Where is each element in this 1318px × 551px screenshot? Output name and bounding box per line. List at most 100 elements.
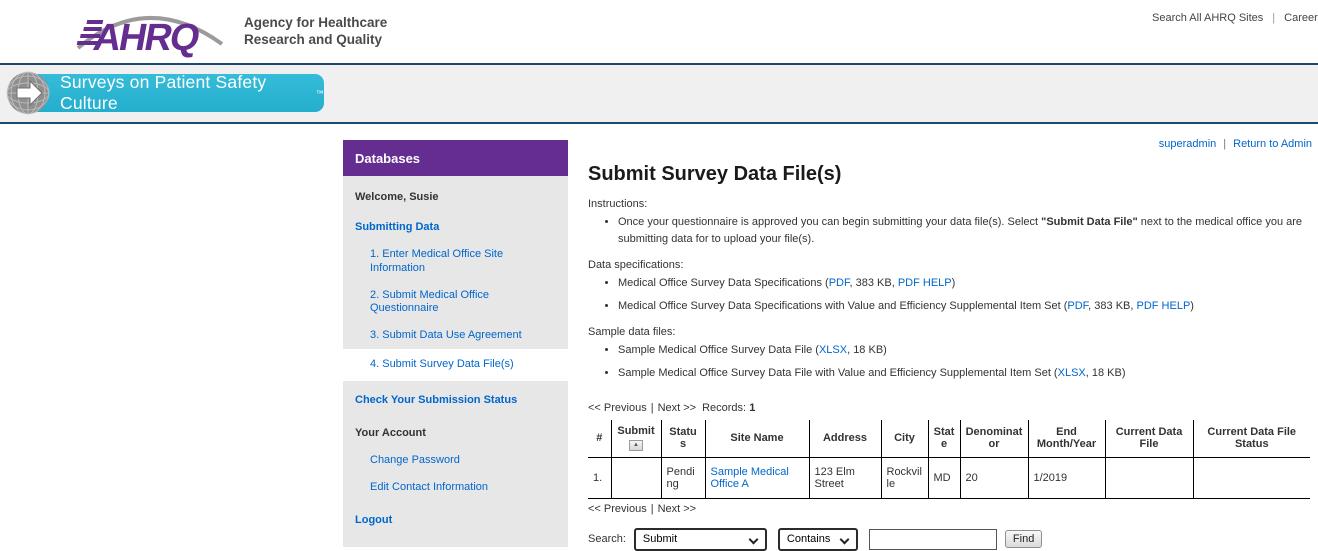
page-title: Submit Survey Data File(s) bbox=[588, 163, 1312, 186]
search-input[interactable] bbox=[869, 529, 997, 550]
cell-status: Pending bbox=[661, 457, 705, 498]
column-header-address: Address bbox=[809, 420, 881, 457]
search-label: Search: bbox=[588, 533, 626, 545]
column-header-submit: Submit▲ bbox=[611, 420, 661, 457]
sidebar-item-logout[interactable]: Logout bbox=[343, 507, 568, 534]
cell-site-name: Sample Medical Office A bbox=[705, 457, 809, 498]
ahrq-logo[interactable]: AHRQ Agency for Healthcare Research and … bbox=[72, 4, 387, 60]
cell-submit bbox=[611, 457, 661, 498]
trademark-symbol: ™ bbox=[316, 89, 324, 98]
top-header: AHRQ Agency for Healthcare Research and … bbox=[0, 0, 1318, 65]
cell-end-month-year: 1/2019 bbox=[1028, 457, 1105, 498]
sidebar-item-submit-data-files-active[interactable]: 4. Submit Survey Data File(s) bbox=[343, 349, 568, 380]
careers-link[interactable]: Careers bbox=[1284, 12, 1318, 24]
pagination-divider: | bbox=[651, 402, 654, 414]
sidebar-body: Welcome, Susie Submitting Data 1. Enter … bbox=[343, 176, 568, 547]
cell-current-data-file bbox=[1105, 457, 1193, 498]
column-header-site-name: Site Name bbox=[705, 420, 809, 457]
submit-dua-link[interactable]: 3. Submit Data Use Agreement bbox=[370, 329, 522, 341]
cell-city: Rockville bbox=[881, 457, 928, 498]
pagination-top: << Previous | Next >> Records: 1 bbox=[588, 402, 1312, 414]
pdf-help-link[interactable]: PDF HELP bbox=[898, 277, 952, 289]
search-row: Search: Submit Contains Find bbox=[588, 528, 1312, 551]
sidebar-heading-your-account: Your Account bbox=[343, 420, 568, 447]
sidebar-header-databases: Databases bbox=[343, 140, 568, 176]
instructions-heading: Instructions: bbox=[588, 198, 1312, 210]
sops-banner-title: Surveys on Patient Safety Culture™ bbox=[30, 74, 324, 112]
find-button[interactable]: Find bbox=[1005, 530, 1042, 548]
cell-address: 123 Elm Street bbox=[809, 457, 881, 498]
sidebar-item-submitting-data[interactable]: Submitting Data bbox=[343, 214, 568, 241]
table-header-row: # Submit▲ Status Site Name Address City … bbox=[588, 420, 1310, 457]
sidebar-welcome-text: Welcome, Susie bbox=[343, 182, 568, 211]
column-header-city: City bbox=[881, 420, 928, 457]
data-specs-item: Medical Office Survey Data Specification… bbox=[618, 275, 1312, 292]
return-to-admin-link[interactable]: Return to Admin bbox=[1233, 138, 1312, 150]
search-operator-select-wrap: Contains bbox=[778, 528, 858, 551]
sample-files-list: Sample Medical Office Survey Data File (… bbox=[588, 342, 1312, 381]
cell-current-data-file-status bbox=[1193, 457, 1310, 498]
check-submission-status-link[interactable]: Check Your Submission Status bbox=[355, 394, 517, 406]
next-page-link[interactable]: Next >> bbox=[658, 402, 697, 414]
column-header-num: # bbox=[588, 420, 611, 457]
svg-text:AHRQ: AHRQ bbox=[90, 16, 203, 59]
site-name-link[interactable]: Sample Medical Office A bbox=[711, 466, 789, 490]
sample-files-heading: Sample data files: bbox=[588, 326, 1312, 338]
column-header-status: Status bbox=[661, 420, 705, 457]
sidebar-item-submit-dua[interactable]: 3. Submit Data Use Agreement bbox=[343, 322, 568, 349]
sidebar-item-enter-site-info[interactable]: 1. Enter Medical Office Site Information bbox=[343, 241, 568, 281]
sidebar-item-check-submission-status[interactable]: Check Your Submission Status bbox=[343, 387, 568, 414]
sops-banner-band: Surveys on Patient Safety Culture™ bbox=[0, 65, 1318, 124]
admin-bar-divider: | bbox=[1223, 138, 1226, 150]
edit-contact-info-link[interactable]: Edit Contact Information bbox=[370, 481, 488, 493]
search-all-ahrq-sites-link[interactable]: Search All AHRQ Sites bbox=[1152, 12, 1263, 24]
instructions-bullet: Once your questionnaire is approved you … bbox=[618, 214, 1312, 247]
sidebar-item-change-password[interactable]: Change Password bbox=[343, 447, 568, 474]
cell-denominator: 20 bbox=[960, 457, 1028, 498]
ahrq-tagline: Agency for Healthcare Research and Quali… bbox=[244, 15, 387, 49]
search-field-select-wrap: Submit bbox=[634, 528, 767, 551]
submit-data-file-bold: "Submit Data File" bbox=[1041, 216, 1138, 228]
search-field-select[interactable]: Submit bbox=[636, 530, 765, 549]
sidebar-item-edit-contact-info[interactable]: Edit Contact Information bbox=[343, 474, 568, 501]
pdf-help-link[interactable]: PDF HELP bbox=[1136, 300, 1190, 312]
cell-state: MD bbox=[928, 457, 960, 498]
submit-data-files-link[interactable]: 4. Submit Survey Data File(s) bbox=[370, 358, 514, 370]
cell-num: 1. bbox=[588, 457, 611, 498]
admin-bar: superadmin | Return to Admin bbox=[588, 138, 1312, 152]
previous-page-link[interactable]: << Previous bbox=[588, 402, 647, 414]
logout-link[interactable]: Logout bbox=[355, 514, 392, 526]
xlsx-link[interactable]: XLSX bbox=[819, 344, 847, 356]
column-header-state: State bbox=[928, 420, 960, 457]
change-password-link[interactable]: Change Password bbox=[370, 454, 460, 466]
data-specs-list: Medical Office Survey Data Specification… bbox=[588, 275, 1312, 314]
search-operator-select[interactable]: Contains bbox=[780, 530, 856, 549]
records-label: Records: bbox=[702, 402, 746, 414]
data-specs-heading: Data specifications: bbox=[588, 259, 1312, 271]
enter-site-info-link[interactable]: 1. Enter Medical Office Site Information bbox=[370, 248, 503, 273]
next-page-link[interactable]: Next >> bbox=[658, 503, 697, 515]
ahrq-logo-icon: AHRQ bbox=[72, 4, 232, 60]
submit-questionnaire-link[interactable]: 2. Submit Medical Office Questionnaire bbox=[370, 289, 489, 314]
sidebar-item-submit-questionnaire[interactable]: 2. Submit Medical Office Questionnaire bbox=[343, 282, 568, 322]
pagination-bottom: << Previous | Next >> bbox=[588, 503, 1312, 515]
column-header-current-data-file-status: Current Data File Status bbox=[1193, 420, 1310, 457]
column-header-denominator: Denominator bbox=[960, 420, 1028, 457]
link-divider: | bbox=[1272, 12, 1275, 24]
pdf-link[interactable]: PDF bbox=[829, 277, 850, 289]
pagination-divider: | bbox=[651, 503, 654, 515]
sample-files-item: Sample Medical Office Survey Data File (… bbox=[618, 342, 1312, 359]
sample-files-item: Sample Medical Office Survey Data File w… bbox=[618, 365, 1312, 382]
column-header-end-month-year: End Month/Year bbox=[1028, 420, 1105, 457]
records-count: 1 bbox=[749, 402, 755, 414]
column-header-current-data-file: Current Data File bbox=[1105, 420, 1193, 457]
sort-ascending-icon[interactable]: ▲ bbox=[629, 440, 643, 451]
table-row: 1. Pending Sample Medical Office A 123 E… bbox=[588, 457, 1310, 498]
header-utility-links: Search All AHRQ Sites|Careers|C bbox=[1152, 12, 1318, 24]
superadmin-link[interactable]: superadmin bbox=[1159, 138, 1216, 150]
previous-page-link[interactable]: << Previous bbox=[588, 503, 647, 515]
pdf-link[interactable]: PDF bbox=[1067, 300, 1088, 312]
submitting-data-link[interactable]: Submitting Data bbox=[355, 221, 439, 233]
sidebar-nav: Databases Welcome, Susie Submitting Data… bbox=[343, 140, 568, 547]
xlsx-link[interactable]: XLSX bbox=[1058, 367, 1086, 379]
